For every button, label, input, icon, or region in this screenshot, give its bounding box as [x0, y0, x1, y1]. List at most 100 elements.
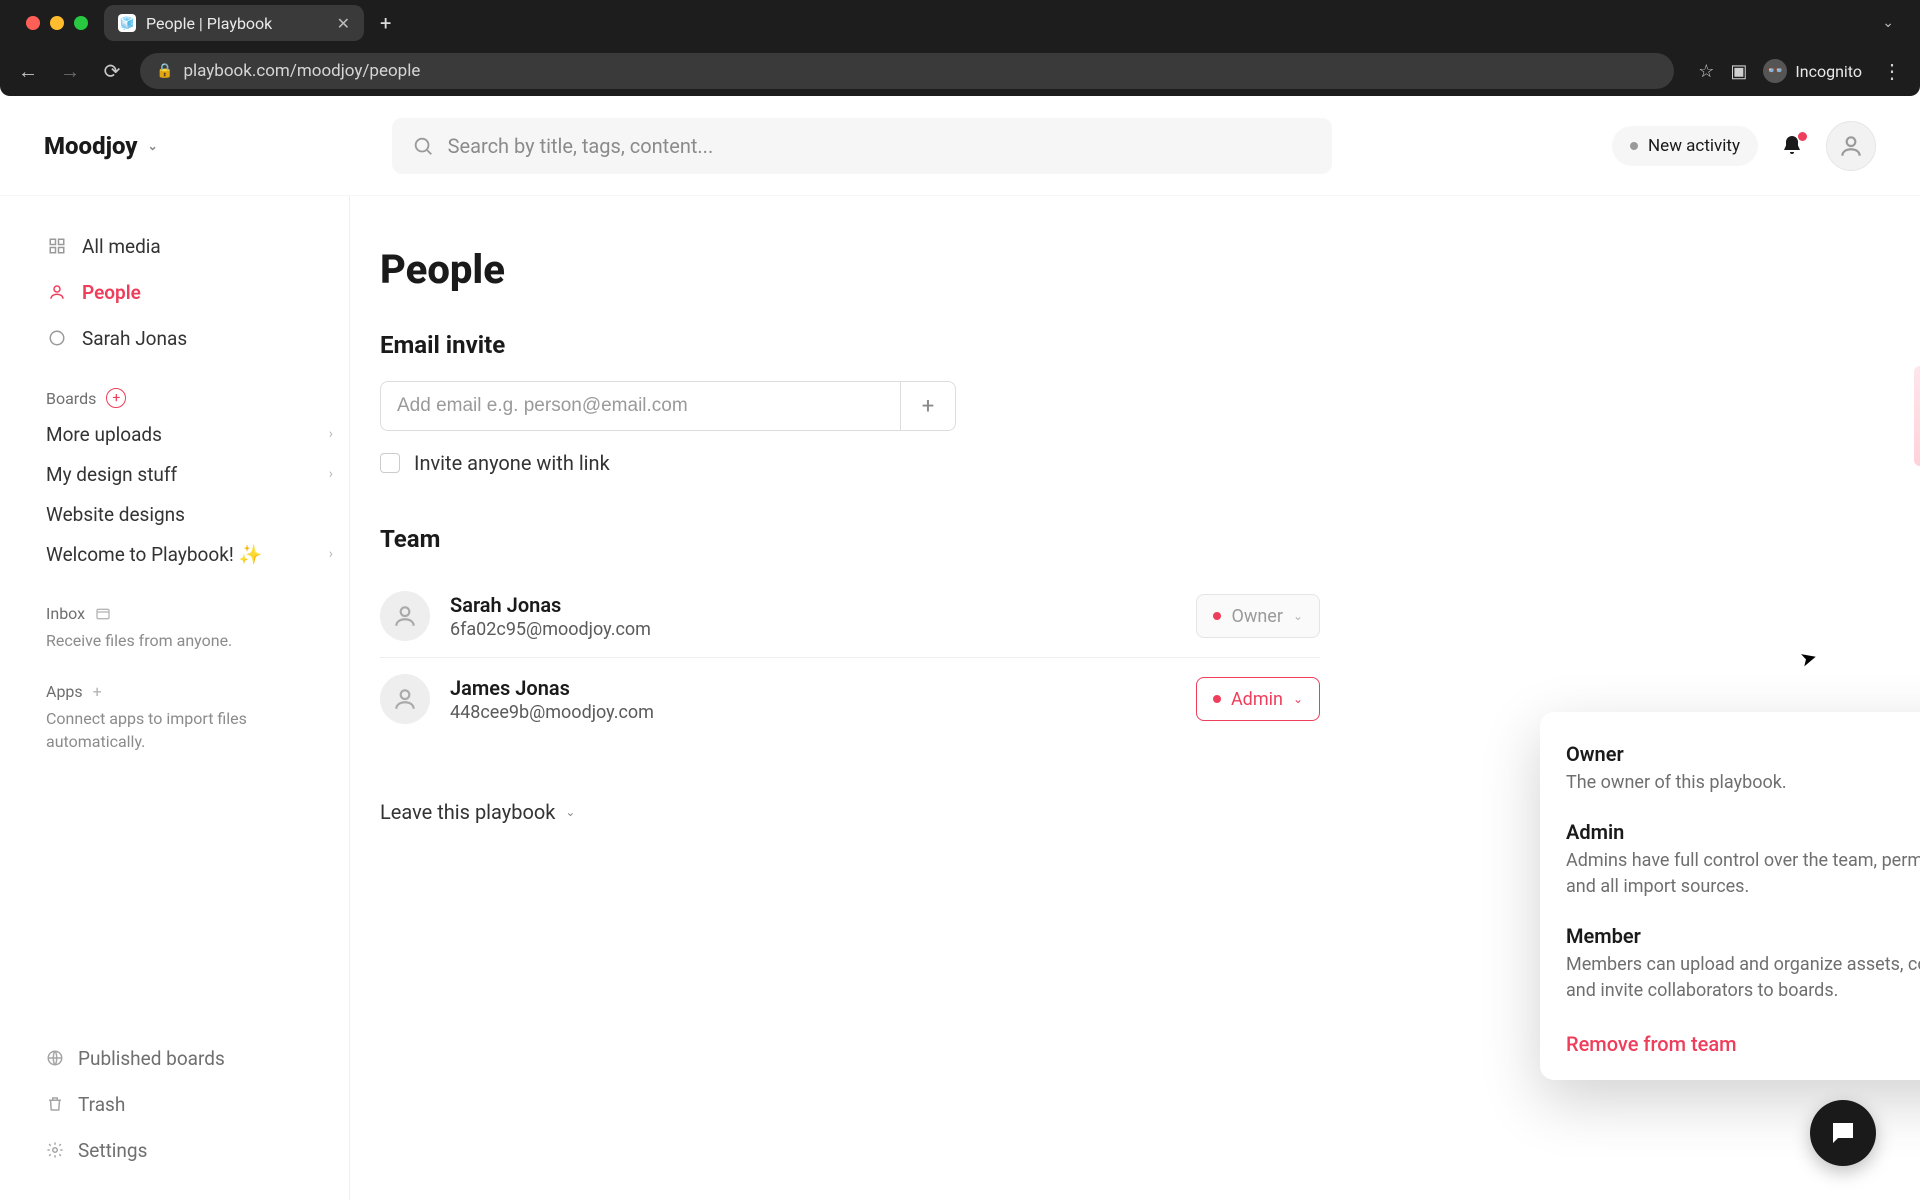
- board-item[interactable]: My design stuff ›: [38, 454, 341, 494]
- remove-from-team-button[interactable]: Remove from team: [1540, 1016, 1920, 1062]
- member-email: 6fa02c95@moodjoy.com: [450, 619, 651, 640]
- window-controls: [12, 16, 96, 30]
- nav-reload-button[interactable]: ⟳: [98, 57, 126, 85]
- boards-header-label: Boards: [46, 389, 96, 408]
- chevron-down-icon: ⌄: [1293, 692, 1303, 706]
- sidebar-item-user[interactable]: Sarah Jonas: [38, 318, 341, 358]
- activity-dot-icon: [1630, 142, 1638, 150]
- team-member-row: James Jonas 448cee9b@moodjoy.com Admin ⌄: [380, 658, 1320, 740]
- notification-bell-button[interactable]: [1780, 134, 1804, 158]
- gear-icon: [46, 1141, 64, 1159]
- email-invite-row: +: [380, 381, 1920, 431]
- nav-back-button[interactable]: ←: [14, 57, 42, 85]
- tab-favicon-icon: 🧊: [118, 14, 136, 32]
- tab-close-icon[interactable]: ✕: [337, 14, 350, 33]
- window-maximize-icon[interactable]: [74, 16, 88, 30]
- board-item[interactable]: More uploads ›: [38, 414, 341, 454]
- browser-tab[interactable]: 🧊 People | Playbook ✕: [104, 5, 364, 41]
- add-email-button[interactable]: +: [900, 381, 956, 431]
- inbox-subtext: Receive files from anyone.: [38, 629, 341, 652]
- member-email: 448cee9b@moodjoy.com: [450, 702, 654, 723]
- sidebar-item-published-boards[interactable]: Published boards: [38, 1038, 341, 1078]
- email-invite-heading: Email invite: [380, 331, 1920, 359]
- window-minimize-icon[interactable]: [50, 16, 64, 30]
- side-panel-icon[interactable]: ▣: [1730, 61, 1747, 82]
- role-option-owner[interactable]: Owner The owner of this playbook.: [1540, 730, 1920, 808]
- main-content: People Email invite + Invite anyone with…: [350, 196, 1920, 1200]
- search-input[interactable]: Search by title, tags, content...: [392, 118, 1332, 174]
- person-icon: [1838, 133, 1864, 159]
- role-label: Owner: [1231, 606, 1283, 627]
- add-board-button[interactable]: +: [106, 388, 126, 408]
- member-name: James Jonas: [450, 676, 654, 700]
- member-name: Sarah Jonas: [450, 593, 651, 617]
- sidebar-item-all-media[interactable]: All media: [38, 226, 341, 266]
- workspace-name: Moodjoy: [44, 132, 138, 160]
- member-avatar: [380, 674, 430, 724]
- role-selector-owner[interactable]: Owner ⌄: [1196, 594, 1320, 638]
- new-tab-button[interactable]: +: [372, 11, 399, 35]
- sidebar-item-people[interactable]: People: [38, 272, 341, 312]
- sidebar-item-trash[interactable]: Trash: [38, 1084, 341, 1124]
- email-invite-input[interactable]: [380, 381, 900, 431]
- address-bar[interactable]: 🔒 playbook.com/moodjoy/people: [140, 53, 1674, 89]
- browser-chrome: 🧊 People | Playbook ✕ + ⌄ ← → ⟳ 🔒 playbo…: [0, 0, 1920, 96]
- incognito-badge[interactable]: 👓 Incognito: [1763, 59, 1862, 83]
- chat-fab-button[interactable]: [1810, 1100, 1876, 1166]
- remove-label: Remove from team: [1566, 1032, 1737, 1056]
- invite-link-toggle[interactable]: Invite anyone with link: [380, 451, 1920, 475]
- incognito-icon: 👓: [1763, 59, 1787, 83]
- role-option-title: Owner: [1566, 742, 1920, 766]
- apps-section-header[interactable]: Apps +: [38, 682, 341, 707]
- app: Moodjoy ⌄ Search by title, tags, content…: [0, 96, 1920, 1200]
- role-dropdown-menu: Owner The owner of this playbook. Admin …: [1540, 712, 1920, 1080]
- right-edge-widget[interactable]: [1914, 366, 1920, 466]
- workspace-switcher[interactable]: Moodjoy ⌄: [44, 132, 158, 160]
- app-header: Moodjoy ⌄ Search by title, tags, content…: [0, 96, 1920, 196]
- role-option-title: Member: [1566, 924, 1920, 948]
- tabstrip-caret-icon[interactable]: ⌄: [1882, 15, 1908, 31]
- role-option-member[interactable]: Member Members can upload and organize a…: [1540, 912, 1920, 1016]
- page-title: People: [380, 246, 1920, 293]
- add-app-button[interactable]: +: [93, 682, 102, 701]
- boards-section-header: Boards +: [38, 388, 341, 414]
- url-text: playbook.com/moodjoy/people: [183, 61, 420, 81]
- window-close-icon[interactable]: [26, 16, 40, 30]
- sidebar-item-label: Sarah Jonas: [82, 327, 187, 350]
- role-option-admin[interactable]: Admin Admins have full control over the …: [1540, 808, 1920, 912]
- tab-title: People | Playbook: [146, 14, 272, 33]
- chevron-right-icon: ›: [329, 546, 333, 562]
- user-avatar[interactable]: [1826, 121, 1876, 171]
- search-placeholder: Search by title, tags, content...: [448, 134, 714, 158]
- nav-forward-button[interactable]: →: [56, 57, 84, 85]
- bookmark-star-icon[interactable]: ☆: [1698, 61, 1714, 82]
- apps-header-label: Apps: [46, 682, 83, 701]
- sidebar-item-label: Settings: [78, 1139, 147, 1162]
- board-item[interactable]: Welcome to Playbook! ✨ ›: [38, 534, 341, 574]
- browser-menu-button[interactable]: ⋮: [1878, 59, 1906, 83]
- new-activity-chip[interactable]: New activity: [1612, 126, 1758, 166]
- chat-icon: [1828, 1118, 1858, 1148]
- role-dot-icon: [1213, 612, 1221, 620]
- sidebar-item-label: All media: [82, 235, 161, 258]
- chevron-down-icon: ⌄: [148, 139, 158, 153]
- person-icon: [392, 603, 418, 629]
- inbox-header-label: Inbox: [46, 604, 85, 623]
- board-item[interactable]: Website designs: [38, 494, 341, 534]
- checkbox-icon[interactable]: [380, 453, 400, 473]
- inbox-icon: [95, 606, 111, 622]
- sidebar-item-label: Trash: [78, 1093, 125, 1116]
- board-label: Website designs: [46, 503, 185, 526]
- search-icon: [412, 135, 434, 157]
- sidebar-item-label: Published boards: [78, 1047, 225, 1070]
- sidebar-item-settings[interactable]: Settings: [38, 1130, 341, 1170]
- notification-badge-icon: [1798, 132, 1807, 141]
- role-option-title: Admin: [1566, 820, 1920, 844]
- inbox-section-header[interactable]: Inbox: [38, 604, 341, 629]
- role-selector-admin[interactable]: Admin ⌄: [1196, 677, 1320, 721]
- team-heading: Team: [380, 525, 1920, 553]
- board-label: My design stuff: [46, 463, 177, 486]
- activity-label: New activity: [1648, 136, 1740, 156]
- chevron-down-icon: ⌄: [565, 805, 575, 819]
- person-icon: [46, 281, 68, 303]
